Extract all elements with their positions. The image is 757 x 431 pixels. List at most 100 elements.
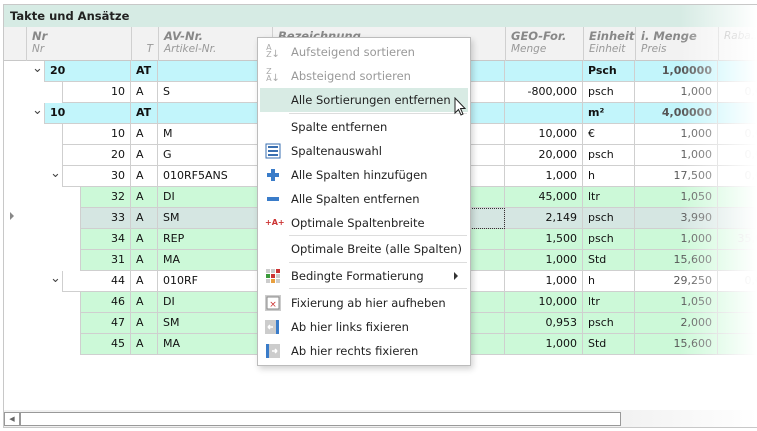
cell-t: A	[131, 208, 158, 229]
cell-einheit: h	[583, 166, 635, 187]
chevron-down-icon[interactable]: ⌄	[50, 271, 61, 286]
menu-item[interactable]: Spaltenauswahl	[260, 139, 468, 163]
menu-item-label: Ab hier links fixieren	[291, 320, 409, 334]
cell-t: A	[131, 166, 158, 187]
cell-einheit: Std	[583, 250, 635, 271]
column-header[interactable]: Nr Nr	[26, 27, 131, 61]
cell-nr: 30	[62, 166, 131, 187]
cell-geo: 2,149	[505, 208, 583, 229]
cell-t: A	[131, 124, 158, 145]
scroll-left-button[interactable]: ◀	[4, 412, 20, 426]
cell-nr: 46	[80, 292, 131, 313]
cell-av: G	[158, 145, 272, 166]
cell-einheit: ltr	[583, 187, 635, 208]
cell-menge: 3,990	[635, 208, 718, 229]
cell-nr: 33	[80, 208, 131, 229]
menu-item[interactable]: × Fixierung ab hier aufheben	[260, 291, 468, 315]
cell-einheit: h	[583, 271, 635, 292]
menu-item[interactable]: Ab hier links fixieren	[260, 315, 468, 339]
cell-raba	[718, 61, 757, 82]
row-indicator-icon	[10, 212, 14, 220]
mouse-cursor-icon	[454, 97, 467, 116]
cell-nr: 10	[62, 124, 131, 145]
cell-geo: 0,953	[505, 313, 583, 334]
chevron-down-icon[interactable]: ⌄	[50, 166, 61, 181]
menu-item[interactable]: Ab hier rechts fixieren	[260, 339, 468, 363]
cell-einheit: Psch	[583, 61, 635, 82]
menu-item-label: Spalte entfernen	[291, 120, 388, 134]
cell-menge: 1,000	[635, 145, 718, 166]
cell-t: A	[131, 313, 158, 334]
cell-nr: 10	[44, 103, 131, 124]
cell-av: DI	[158, 187, 272, 208]
cell-nr: 45	[80, 334, 131, 355]
column-header[interactable]: Raba...	[718, 27, 757, 61]
fix-left-icon	[265, 319, 281, 335]
menu-item[interactable]: Alle Sortierungen entfernen	[260, 88, 468, 112]
chevron-down-icon[interactable]: ⌄	[32, 103, 43, 118]
menu-item-label: Optimale Breite (alle Spalten)	[291, 242, 462, 256]
menu-item-label: Alle Spalten entfernen	[291, 192, 420, 206]
cell-geo: 1,000	[505, 250, 583, 271]
cell-t: A	[131, 250, 158, 271]
cell-menge: 1,050	[635, 187, 718, 208]
best-fit-icon: +A+	[265, 218, 285, 227]
column-context-menu: A Z↓ Aufsteigend sortieren Z A↓ Absteigend so…	[257, 37, 471, 366]
column-subtitle: Menge	[511, 43, 547, 55]
cell-menge: 15,600	[635, 334, 718, 355]
menu-item[interactable]: +A+ Optimale Spaltenbreite	[260, 211, 468, 235]
cell-av: MA	[158, 250, 272, 271]
cell-t: A	[131, 187, 158, 208]
cell-raba: 35,0	[718, 229, 757, 250]
cell-nr: 10	[62, 82, 131, 103]
cell-av	[158, 103, 272, 124]
cell-menge: 1,00000	[635, 61, 718, 82]
cell-nr: 31	[80, 250, 131, 271]
cell-nr: 20	[44, 61, 131, 82]
column-header[interactable]: Einheit Einheit	[583, 27, 635, 61]
cell-geo	[505, 103, 583, 124]
cell-menge: 1,000	[635, 82, 718, 103]
cell-menge: 1,050	[635, 292, 718, 313]
menu-item-label: Fixierung ab hier aufheben	[291, 296, 446, 310]
cell-av: 010RF5ANS	[158, 166, 272, 187]
column-header[interactable]: T	[131, 27, 158, 61]
menu-item[interactable]: Z A↓ Absteigend sortieren	[260, 64, 468, 88]
cell-menge: 17,500	[635, 166, 718, 187]
scrollbar-thumb[interactable]	[20, 412, 621, 426]
column-subtitle: T	[146, 43, 153, 55]
chevron-down-icon[interactable]: ⌄	[32, 61, 43, 76]
cell-av: DI	[158, 292, 272, 313]
unfix-icon: ×	[265, 295, 281, 311]
cell-nr: 20	[62, 145, 131, 166]
menu-item[interactable]: Bedingte Formatierung	[260, 264, 468, 288]
menu-item[interactable]: Alle Spalten entfernen	[260, 187, 468, 211]
cell-av: M	[158, 124, 272, 145]
cell-geo: 10,000	[505, 124, 583, 145]
cell-einheit: psch	[583, 208, 635, 229]
column-header[interactable]: i. Menge Preis	[635, 27, 718, 61]
column-header[interactable]: AV-Nr. Artikel-Nr.	[158, 27, 272, 61]
cell-geo: 1,500	[505, 229, 583, 250]
cell-menge: 15,600	[635, 250, 718, 271]
cell-raba: 0,0	[718, 271, 757, 292]
cell-nr: 32	[80, 187, 131, 208]
cell-einheit: psch	[583, 145, 635, 166]
menu-item[interactable]: Optimale Breite (alle Spalten)	[260, 237, 468, 261]
menu-separator	[289, 113, 467, 114]
menu-item[interactable]: Spalte entfernen	[260, 115, 468, 139]
menu-item[interactable]: Alle Spalten hinzufügen	[260, 163, 468, 187]
cell-menge: 4,00000	[635, 103, 718, 124]
column-header[interactable]: GEO-For. Menge	[505, 27, 583, 61]
cell-einheit: psch	[583, 313, 635, 334]
menu-item-label: Absteigend sortieren	[291, 69, 411, 83]
cell-geo	[505, 61, 583, 82]
cell-av: S	[158, 82, 272, 103]
cell-menge: 1,000	[635, 229, 718, 250]
menu-item[interactable]: A Z↓ Aufsteigend sortieren	[260, 40, 468, 64]
cell-t: A	[131, 145, 158, 166]
cell-t: A	[131, 292, 158, 313]
plus-icon	[265, 167, 281, 183]
menu-separator	[289, 288, 467, 289]
menu-separator	[289, 235, 467, 236]
